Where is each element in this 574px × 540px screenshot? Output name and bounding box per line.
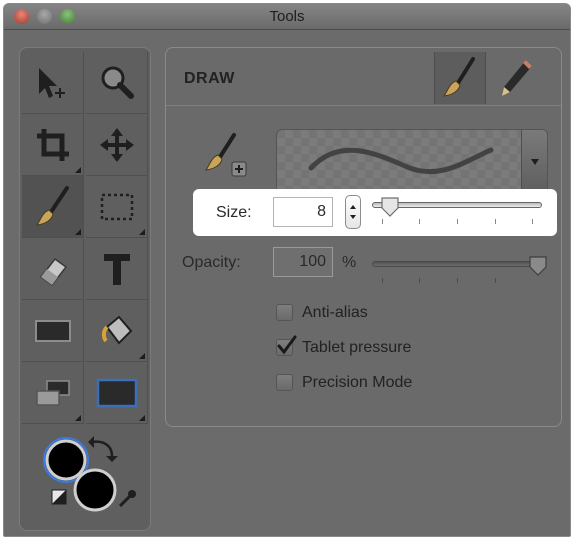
eraser-icon <box>39 257 67 286</box>
fill-tool[interactable] <box>86 300 148 362</box>
tool-options-corner <box>75 229 81 235</box>
opacity-slider-thumb[interactable] <box>528 255 548 282</box>
dotted-rectangle-icon <box>100 193 133 220</box>
slider-thumb-icon <box>380 197 399 217</box>
size-label: Size: <box>216 204 252 221</box>
brush-tool[interactable] <box>22 176 84 238</box>
new-brush-icon <box>204 133 247 177</box>
brush-mode-icon <box>442 57 475 97</box>
stepper-arrows-icon <box>350 205 356 219</box>
arrow-move-icon <box>38 67 65 98</box>
toolbox <box>19 47 151 531</box>
rectangle-tool[interactable] <box>22 300 84 362</box>
text-tool[interactable] <box>86 238 148 300</box>
zoom-tool[interactable] <box>86 52 148 114</box>
selection-tool[interactable] <box>22 52 84 114</box>
default-colors-icon[interactable] <box>51 489 67 505</box>
framed-rectangle-icon <box>96 378 137 407</box>
tools-window: Tools DRAW Size: 8 Opacity: 100 % Anti-a… <box>3 3 571 537</box>
move-arrows-icon <box>99 127 134 162</box>
layers-icon <box>35 379 70 406</box>
tablet-pressure-label: Tablet pressure <box>302 339 412 356</box>
color-swatches <box>20 420 150 530</box>
tablet-pressure-checkbox[interactable] <box>276 335 297 356</box>
tool-options-corner <box>75 167 81 173</box>
rectangle-icon <box>34 319 71 342</box>
slider-tick <box>495 278 496 283</box>
slider-tick <box>532 219 533 224</box>
window-title: Tools <box>269 8 305 25</box>
paint-bucket-icon <box>101 315 132 345</box>
slider-tick <box>382 278 383 283</box>
size-highlight: Size: 8 <box>193 189 557 236</box>
background-color-swatch[interactable] <box>73 468 117 512</box>
slider-tick <box>457 278 458 283</box>
slider-tick <box>495 219 496 224</box>
draw-panel: DRAW Size: 8 Opacity: 100 % Anti-alias T… <box>165 47 562 427</box>
size-input[interactable]: 8 <box>273 197 333 227</box>
precision-mode-checkbox[interactable] <box>276 374 293 391</box>
pan-tool[interactable] <box>86 114 148 176</box>
eraser-tool[interactable] <box>22 238 84 300</box>
text-t-icon <box>103 253 130 285</box>
marquee-tool[interactable] <box>86 176 148 238</box>
eyedropper-icon[interactable] <box>118 490 136 508</box>
anti-alias-label: Anti-alias <box>302 304 368 321</box>
precision-mode-label: Precision Mode <box>302 374 413 391</box>
brush-stroke-icon <box>308 147 494 174</box>
slider-thumb-icon <box>529 256 547 276</box>
anti-alias-checkbox[interactable] <box>276 304 293 321</box>
crop-icon <box>36 128 69 161</box>
chevron-down-icon <box>530 158 539 165</box>
size-slider-thumb[interactable] <box>380 196 400 223</box>
layers-tool[interactable] <box>22 362 84 424</box>
opacity-label: Opacity: <box>182 254 241 271</box>
brush-mode-button[interactable] <box>434 52 486 104</box>
shape-tool[interactable] <box>86 362 148 424</box>
slider-tick <box>457 219 458 224</box>
title-bar: Tools <box>4 4 570 30</box>
swap-colors-icon[interactable] <box>88 436 118 462</box>
size-stepper[interactable] <box>345 195 361 229</box>
header-divider <box>166 105 561 106</box>
checkmark-icon <box>277 335 297 355</box>
pencil-mode-button[interactable] <box>490 52 542 104</box>
panel-title: DRAW <box>184 70 235 87</box>
crop-tool[interactable] <box>22 114 84 176</box>
tool-options-corner <box>139 229 145 235</box>
pencil-icon <box>502 60 532 96</box>
slider-tick <box>419 219 420 224</box>
opacity-input[interactable]: 100 <box>273 247 333 277</box>
tool-options-corner <box>139 353 145 359</box>
slider-tick <box>419 278 420 283</box>
brush-dropdown-button[interactable] <box>521 130 547 193</box>
brush-stroke-preview[interactable] <box>276 129 548 194</box>
magnifier-icon <box>101 66 134 99</box>
paintbrush-icon <box>35 185 69 226</box>
brush-preset-button[interactable] <box>204 132 252 185</box>
opacity-unit: % <box>342 254 357 271</box>
opacity-slider[interactable] <box>372 261 542 267</box>
